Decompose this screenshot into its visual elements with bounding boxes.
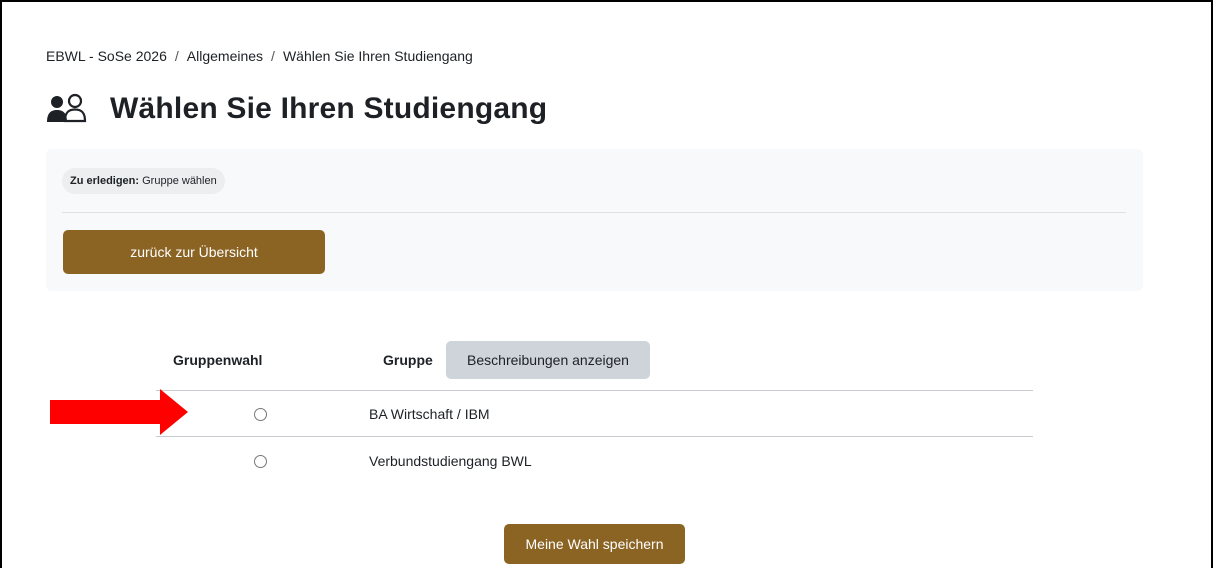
todo-value: Gruppe wählen [142,175,217,187]
back-to-overview-button[interactable]: zurück zur Übersicht [63,230,325,274]
group-radio-1[interactable] [254,408,267,421]
page-title: Wählen Sie Ihren Studiengang [110,92,548,125]
todo-label: Zu erledigen: [70,175,140,187]
divider [62,212,1126,213]
table-row-divider [156,436,1033,437]
breadcrumb-course[interactable]: EBWL - SoSe 2026 [46,48,167,64]
breadcrumb-section[interactable]: Allgemeines [187,48,263,64]
save-choice-button[interactable]: Meine Wahl speichern [504,524,685,564]
red-arrow-icon [50,389,188,435]
todo-badge: Zu erledigen: Gruppe wählen [62,168,225,194]
group-label-2: Verbundstudiengang BWL [369,453,532,469]
show-descriptions-button[interactable]: Beschreibungen anzeigen [446,341,650,379]
column-header-group: Gruppe [383,352,433,368]
group-radio-2[interactable] [254,455,267,468]
users-icon [46,92,100,126]
breadcrumb-separator: / [271,48,275,64]
breadcrumb-separator: / [174,48,179,64]
table-header-divider [156,390,1033,391]
activity-info-panel: Zu erledigen: Gruppe wählen zurück zur Ü… [46,149,1143,291]
breadcrumb: EBWL - SoSe 2026 / Allgemeines / Wählen … [46,48,473,64]
page-header: Wählen Sie Ihren Studiengang [46,92,547,126]
column-header-choice: Gruppenwahl [173,352,263,368]
breadcrumb-current[interactable]: Wählen Sie Ihren Studiengang [283,48,473,64]
group-label-1: BA Wirtschaft / IBM [369,406,490,422]
